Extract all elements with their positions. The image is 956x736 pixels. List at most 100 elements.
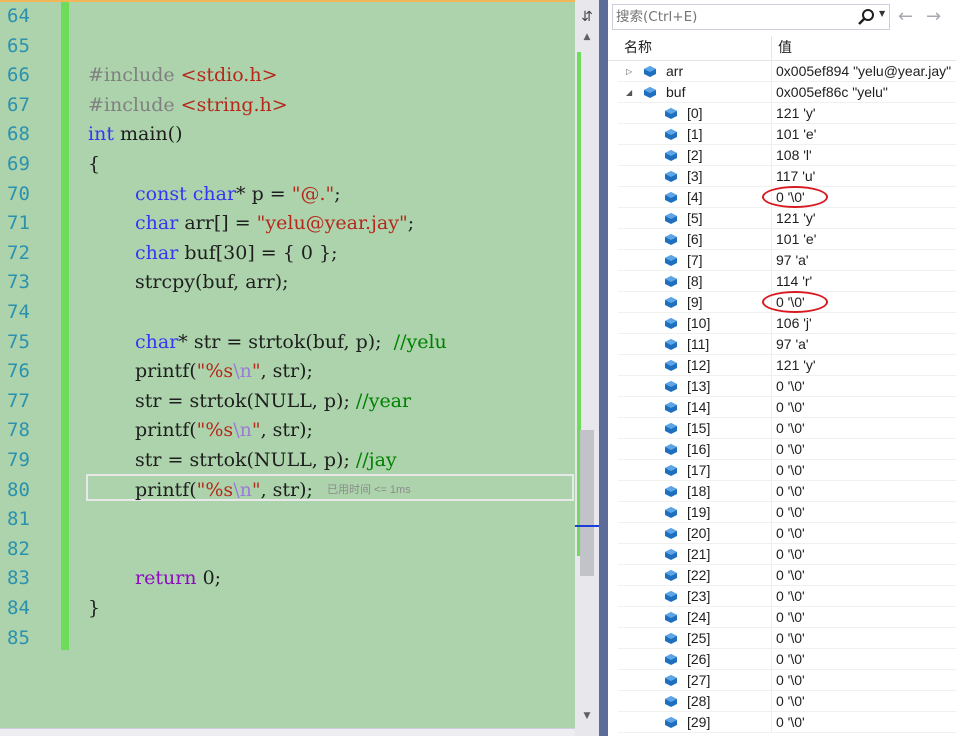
watch-item-value[interactable]: 0 '\0' [776, 565, 805, 586]
watch-item-name: [14] [687, 399, 711, 415]
watch-item-name: [24] [687, 609, 711, 625]
watch-item-value[interactable]: 0 '\0' [776, 481, 805, 502]
variable-cube-icon [665, 129, 677, 140]
watch-row[interactable]: [18] 0 '\0' [608, 481, 956, 502]
escape-sequence: \n [233, 478, 252, 501]
watch-item-value[interactable]: 101 'e' [776, 229, 816, 250]
watch-row[interactable]: [6] 101 'e' [608, 229, 956, 250]
watch-row[interactable]: [21] 0 '\0' [608, 544, 956, 565]
watch-row[interactable]: [1] 101 'e' [608, 124, 956, 145]
editor-vertical-scrollbar[interactable]: ⇵ ▲ ▼ [575, 0, 599, 736]
watch-row[interactable]: [17] 0 '\0' [608, 460, 956, 481]
watch-item-value[interactable]: 0 '\0' [776, 691, 805, 712]
line-number: 71 [7, 212, 30, 235]
watch-row[interactable]: [23] 0 '\0' [608, 586, 956, 607]
watch-item-value[interactable]: 114 'r' [776, 271, 812, 292]
variable-cube-icon [665, 339, 677, 350]
code-text: printf("%s\n", str); [135, 357, 313, 387]
watch-row[interactable]: [0] 121 'y' [608, 103, 956, 124]
watch-item-value[interactable]: 117 'u' [776, 166, 815, 187]
watch-row[interactable]: [14] 0 '\0' [608, 397, 956, 418]
watch-row[interactable]: [12] 121 'y' [608, 355, 956, 376]
watch-row[interactable]: [24] 0 '\0' [608, 607, 956, 628]
watch-search-input[interactable] [613, 5, 846, 29]
watch-item-value[interactable]: 106 'j' [776, 313, 812, 334]
watch-row[interactable]: [3] 117 'u' [608, 166, 956, 187]
watch-row[interactable]: [29] 0 '\0' [608, 712, 956, 733]
watch-row[interactable]: [11] 97 'a' [608, 334, 956, 355]
row-column-separator [771, 82, 772, 103]
watch-item-value[interactable]: 0 '\0' [776, 397, 805, 418]
watch-row[interactable]: [26] 0 '\0' [608, 649, 956, 670]
watch-row[interactable]: [20] 0 '\0' [608, 523, 956, 544]
string-literal: "%s [196, 360, 234, 383]
arrow-right-icon[interactable]: → [926, 6, 941, 27]
watch-row[interactable]: [28] 0 '\0' [608, 691, 956, 712]
watch-item-value[interactable]: 0 '\0' [776, 418, 805, 439]
watch-item-value[interactable]: 0 '\0' [776, 544, 805, 565]
watch-row[interactable]: [5] 121 'y' [608, 208, 956, 229]
row-column-separator [771, 61, 772, 82]
watch-item-value[interactable]: 0 '\0' [776, 649, 805, 670]
variable-cube-icon [665, 507, 677, 518]
watch-row[interactable]: [22] 0 '\0' [608, 565, 956, 586]
watch-row[interactable]: [10] 106 'j' [608, 313, 956, 334]
arrow-left-icon[interactable]: ← [898, 6, 913, 27]
perf-tip-elapsed-time[interactable]: 已用时间 <= 1ms [327, 484, 411, 496]
row-column-separator [771, 481, 772, 502]
watch-item-value[interactable]: 0x005ef86c "yelu" [776, 82, 888, 103]
watch-item-value[interactable]: 121 'y' [776, 208, 816, 229]
line-number: 68 [7, 123, 30, 146]
watch-item-value[interactable]: 101 'e' [776, 124, 816, 145]
column-header-value[interactable]: 值 [778, 36, 792, 60]
watch-row[interactable]: [15] 0 '\0' [608, 418, 956, 439]
watch-search-box[interactable]: ▼ [612, 4, 890, 30]
watch-item-value[interactable]: 0x005ef894 "yelu@year.jay" [776, 61, 951, 82]
watch-row[interactable]: [7] 97 'a' [608, 250, 956, 271]
watch-item-value[interactable]: 121 'y' [776, 355, 816, 376]
watch-row[interactable]: [8] 114 'r' [608, 271, 956, 292]
expand-arrow-icon[interactable]: ▷ [626, 61, 632, 82]
watch-row[interactable]: [2] 108 'l' [608, 145, 956, 166]
watch-row[interactable]: [27] 0 '\0' [608, 670, 956, 691]
watch-item-value[interactable]: 0 '\0' [776, 460, 805, 481]
code-line-71: 71 char arr[] = "yelu@year.jay"; [0, 209, 575, 239]
watch-row[interactable]: ▷ arr 0x005ef894 "yelu@year.jay" [608, 61, 956, 82]
watch-item-value[interactable]: 0 '\0' [776, 607, 805, 628]
variable-cube-icon [665, 549, 677, 560]
watch-row[interactable]: [13] 0 '\0' [608, 376, 956, 397]
scroll-up-arrow-icon[interactable]: ▲ [578, 30, 596, 44]
split-editor-icon[interactable]: ⇵ [578, 6, 596, 28]
column-separator[interactable] [771, 36, 772, 60]
search-options-dropdown-icon[interactable]: ▼ [879, 9, 885, 18]
watch-item-value[interactable]: 0 '\0' [776, 586, 805, 607]
watch-item-name: [20] [687, 525, 711, 541]
collapse-arrow-icon[interactable]: ◢ [626, 82, 632, 103]
watch-row[interactable]: [25] 0 '\0' [608, 628, 956, 649]
watch-item-value[interactable]: 97 'a' [776, 334, 809, 355]
watch-item-value[interactable]: 108 'l' [776, 145, 812, 166]
watch-item-value[interactable]: 0 '\0' [776, 628, 805, 649]
variable-cube-icon [665, 234, 677, 245]
scroll-down-arrow-icon[interactable]: ▼ [578, 708, 596, 724]
watch-item-value[interactable]: 0 '\0' [776, 712, 805, 733]
watch-item-value[interactable]: 0 '\0' [776, 502, 805, 523]
watch-row[interactable]: [19] 0 '\0' [608, 502, 956, 523]
code-text: #include <stdio.h> [88, 61, 278, 91]
panel-splitter[interactable] [599, 0, 608, 736]
watch-item-value[interactable]: 0 '\0' [776, 439, 805, 460]
watch-item-value[interactable]: 0 '\0' [776, 523, 805, 544]
watch-item-value[interactable]: 97 'a' [776, 250, 809, 271]
watch-item-value[interactable]: 0 '\0' [776, 670, 805, 691]
line-number: 76 [7, 360, 30, 383]
watch-row[interactable]: ◢ buf 0x005ef86c "yelu" [608, 82, 956, 103]
code-text: return 0; [135, 564, 221, 594]
escape-sequence: \n [233, 360, 252, 383]
code-editor[interactable]: 64 65 66 #include <stdio.h> 67 #include … [0, 0, 575, 736]
column-header-name[interactable]: 名称 [624, 36, 652, 60]
watch-item-value[interactable]: 0 '\0' [776, 376, 805, 397]
watch-item-value[interactable]: 121 'y' [776, 103, 816, 124]
search-icon[interactable] [857, 8, 875, 26]
watch-row[interactable]: [16] 0 '\0' [608, 439, 956, 460]
scrollbar-thumb[interactable] [580, 430, 594, 576]
